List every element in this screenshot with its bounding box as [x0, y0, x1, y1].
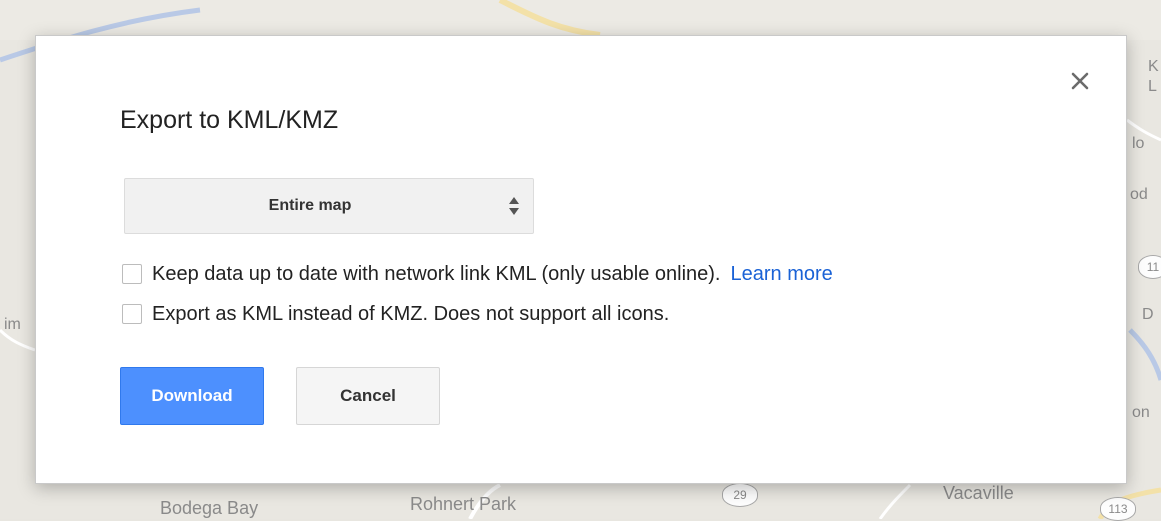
map-edge-label: K [1148, 58, 1159, 75]
close-button[interactable] [1066, 67, 1094, 95]
download-button[interactable]: Download [120, 367, 264, 425]
learn-more-link[interactable]: Learn more [730, 263, 832, 286]
export-kml-option: Export as KML instead of KMZ. Does not s… [122, 302, 669, 326]
network-link-option: Keep data up to date with network link K… [122, 262, 833, 286]
map-label-rohnert-park: Rohnert Park [410, 494, 517, 514]
export-scope-select[interactable]: Entire map [124, 178, 534, 234]
route-shield-113: 113 [1100, 497, 1136, 521]
route-shield-29: 29 [722, 483, 758, 507]
map-edge-label: od [1130, 186, 1148, 203]
close-icon [1071, 72, 1089, 90]
map-edge-label: im [4, 316, 21, 333]
map-edge-label: on [1132, 404, 1150, 421]
export-kml-label: Export as KML instead of KMZ. Does not s… [152, 302, 670, 325]
select-value: Entire map [268, 197, 352, 214]
export-kml-dialog: Export to KML/KMZ Entire map Keep data u… [35, 35, 1127, 484]
route-shield-11: 11 [1138, 255, 1161, 279]
map-label-bodega-bay: Bodega Bay [160, 498, 259, 518]
network-link-checkbox[interactable] [122, 264, 142, 284]
map-label-vacaville: Vacaville [943, 483, 1014, 503]
map-edge-label: L [1148, 78, 1157, 95]
cancel-button[interactable]: Cancel [296, 367, 440, 425]
export-kml-checkbox[interactable] [122, 304, 142, 324]
dialog-title: Export to KML/KMZ [120, 106, 339, 134]
map-edge-label: D [1142, 306, 1154, 323]
map-edge-label: lo [1132, 135, 1145, 152]
updown-arrows-icon [509, 197, 519, 215]
network-link-label: Keep data up to date with network link K… [152, 262, 721, 285]
